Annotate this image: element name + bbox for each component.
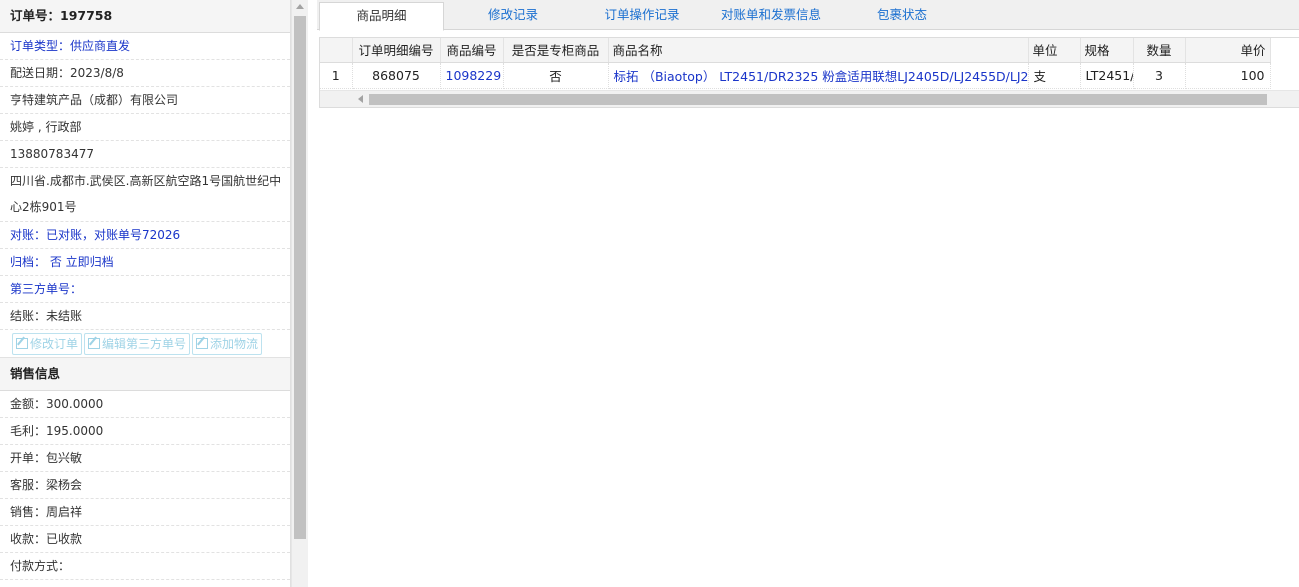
tab-order-operation-log[interactable]: 订单操作记录 [582,2,702,30]
archive-label: 归档： [10,255,50,269]
tab-product-details[interactable]: 商品明细 [319,2,444,31]
sales-seller: 销售：周启祥 [0,499,290,526]
sales-service: 客服：梁杨会 [0,472,290,499]
customer-phone: 13880783477 [0,141,290,168]
settlement-status: 结账：未结账 [0,303,290,330]
edit-icon [16,338,28,349]
col-header-unit[interactable]: 单位 [1028,38,1081,63]
delivery-date: 配送日期：2023/8/8 [0,60,290,87]
scrollbar-thumb[interactable] [369,94,1267,105]
table-header-row: 订单明细编号 商品编号 是否是专柜商品 商品名称 单位 规格 数量 单价 [320,38,1271,63]
product-table: 订单明细编号 商品编号 是否是专柜商品 商品名称 单位 规格 数量 单价 1 8… [320,38,1271,89]
col-header-product-name[interactable]: 商品名称 [608,38,1029,63]
scroll-left-arrow-icon[interactable] [358,95,363,103]
left-panel-scrollbar[interactable] [291,0,308,587]
tab-package-status[interactable]: 包裹状态 [838,2,966,30]
edit-third-party-button[interactable]: 编辑第三方单号 [84,333,191,355]
detail-tabs-panel: 商品明细 修改记录 订单操作记录 对账单和发票信息 包裹状态 订单明细编号 商品… [317,0,1299,587]
customer-contact: 姚婷 , 行政部 [0,114,290,141]
third-party-number: 第三方单号： [0,276,290,303]
col-header-product-no[interactable]: 商品编号 [440,38,504,63]
edit-order-button[interactable]: 修改订单 [12,333,83,355]
edit-icon [196,338,209,349]
edit-order-label: 修改订单 [30,337,79,351]
quantity-cell: 3 [1133,62,1186,89]
row-index: 1 [320,62,353,89]
reconciliation-status: 对账：已对账，对账单号72026 [0,222,290,249]
sales-amount: 金额：300.0000 [0,391,290,418]
customer-company: 亨特建筑产品（成都）有限公司 [0,87,290,114]
col-header-detail-no[interactable]: 订单明细编号 [352,38,441,63]
col-header-quantity[interactable]: 数量 [1133,38,1186,63]
sales-info-header: 销售信息 [0,358,290,391]
add-logistics-button[interactable]: 添加物流 [192,333,263,355]
sales-pay-method: 付款方式： [0,553,290,580]
spec-cell: LT2451/DR2325 [1080,62,1134,89]
col-header-unit-price[interactable]: 单价 [1185,38,1271,63]
order-type: 订单类型：供应商直发 [0,33,290,60]
order-info-panel: 订单号：197758 订单类型：供应商直发 配送日期：2023/8/8 亨特建筑… [0,0,291,587]
tab-reconciliation-invoice[interactable]: 对账单和发票信息 [706,2,836,30]
edit-icon [88,338,101,349]
scroll-up-arrow-icon[interactable] [296,4,304,9]
sales-gross-profit: 毛利：195.0000 [0,418,290,445]
product-grid: 订单明细编号 商品编号 是否是专柜商品 商品名称 单位 规格 数量 单价 1 8… [319,37,1299,108]
order-detail-page: 订单号：197758 订单类型：供应商直发 配送日期：2023/8/8 亨特建筑… [0,0,1299,587]
scrollbar-thumb[interactable] [294,16,306,539]
table-row[interactable]: 1 868075 1098229 否 标拓 （Biaotop） LT2451/D… [320,62,1271,89]
col-header-index [320,38,353,63]
tab-bar: 商品明细 修改记录 订单操作记录 对账单和发票信息 包裹状态 [317,0,1299,31]
order-action-bar: 修改订单 编辑第三方单号 添加物流 [0,330,290,358]
product-no-link[interactable]: 1098229 [440,62,504,89]
col-header-is-counter[interactable]: 是否是专柜商品 [503,38,609,63]
detail-no-cell: 868075 [352,62,441,89]
archive-status: 归档： 否 立即归档 [0,249,290,276]
order-number-header: 订单号：197758 [0,0,290,33]
sales-issuer: 开单：包兴敏 [0,445,290,472]
sales-payment: 收款：已收款 [0,526,290,553]
edit-third-party-label: 编辑第三方单号 [102,337,187,351]
unit-price-cell: 100 [1185,62,1271,89]
grid-horizontal-scrollbar[interactable] [320,90,1299,107]
product-name-link[interactable]: 标拓 （Biaotop） LT2451/DR2325 粉盒适用联想LJ2405D… [608,62,1029,89]
delivery-address: 四川省.成都市.武侯区.高新区航空路1号国航世纪中心2栋901号 [0,168,290,222]
add-logistics-label: 添加物流 [210,337,259,351]
tab-modification-log[interactable]: 修改记录 [448,2,578,30]
col-header-spec[interactable]: 规格 [1080,38,1134,63]
is-counter-cell: 否 [503,62,609,89]
archive-now-link[interactable]: 否 立即归档 [50,255,114,269]
unit-cell: 支 [1028,62,1081,89]
